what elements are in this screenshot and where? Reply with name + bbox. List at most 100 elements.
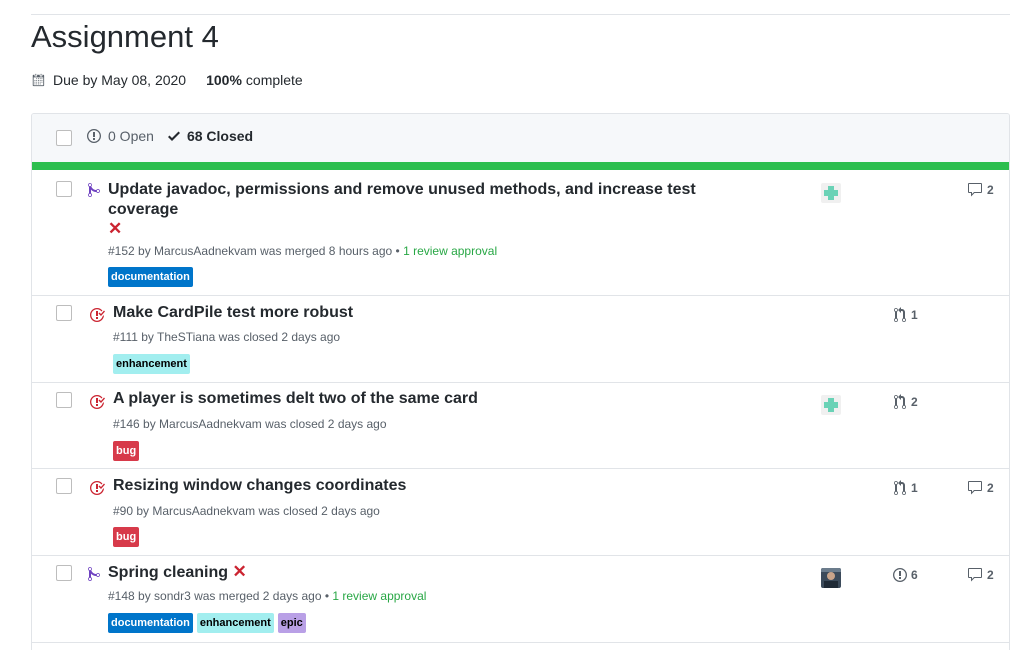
item-checkbox[interactable] bbox=[56, 565, 72, 581]
item-author[interactable]: MarcusAadnekvam bbox=[152, 504, 255, 518]
photo-avatar[interactable] bbox=[821, 568, 841, 588]
item-labels: documentation bbox=[108, 267, 193, 287]
identicon-avatar[interactable] bbox=[821, 395, 841, 415]
merged-pr-icon bbox=[88, 566, 100, 581]
item-checkbox[interactable] bbox=[56, 392, 72, 408]
linked-issues-count[interactable]: 6 bbox=[893, 567, 918, 583]
item-title-link[interactable]: Make CardPile test more robust bbox=[113, 303, 353, 323]
item-checkbox[interactable] bbox=[56, 181, 72, 197]
item-number: #146 bbox=[113, 417, 140, 431]
due-date: Due by May 08, 2020 bbox=[53, 72, 187, 88]
comment-icon bbox=[968, 183, 982, 197]
issues-list: 0 Open 68 Closed Update javadoc, permiss… bbox=[31, 113, 1010, 650]
progress-bar bbox=[32, 162, 1009, 170]
item-title-link[interactable]: Spring cleaning ✕ bbox=[108, 562, 247, 583]
item-labels: bug bbox=[113, 441, 140, 461]
comments-count[interactable]: 2 bbox=[967, 182, 994, 198]
page-title: Assignment 4 bbox=[31, 19, 219, 54]
item-action: was closed 2 days ago bbox=[218, 330, 341, 344]
pull-request-icon bbox=[894, 307, 906, 322]
item-title-link[interactable]: Resizing window changes coordinates bbox=[113, 476, 406, 496]
open-filter[interactable]: 0 Open bbox=[87, 128, 154, 144]
linked-prs-number: 1 bbox=[911, 308, 918, 322]
top-divider bbox=[31, 14, 1010, 15]
item-author[interactable]: MarcusAadnekvam bbox=[154, 244, 257, 258]
item-checkbox[interactable] bbox=[56, 478, 72, 494]
item-number: #111 bbox=[113, 330, 138, 344]
select-all-checkbox[interactable] bbox=[56, 130, 72, 146]
merged-pr-icon bbox=[88, 182, 100, 197]
item-title-link[interactable]: Update javadoc, permissions and remove u… bbox=[108, 180, 728, 238]
comments-number: 2 bbox=[987, 568, 994, 582]
item-labels: enhancement bbox=[113, 354, 190, 374]
closed-filter[interactable]: 68 Closed bbox=[167, 128, 254, 144]
item-action: was merged 8 hours ago bbox=[260, 244, 393, 258]
pull-request-icon bbox=[894, 394, 906, 409]
comments-number: 2 bbox=[987, 183, 994, 197]
comment-icon bbox=[968, 568, 982, 582]
list-item: Make CardPile test more robust #111 by T… bbox=[32, 296, 1009, 383]
open-issue-icon bbox=[893, 568, 907, 582]
item-labels: documentation enhancement epic bbox=[108, 613, 306, 633]
list-item: A player is sometimes delt two of the sa… bbox=[32, 383, 1009, 469]
item-number: #148 bbox=[108, 589, 135, 603]
open-count: 0 Open bbox=[108, 128, 154, 144]
item-title-link[interactable]: A player is sometimes delt two of the sa… bbox=[113, 389, 478, 409]
item-author[interactable]: TheSTiana bbox=[157, 330, 215, 344]
pull-request-icon bbox=[894, 480, 906, 495]
list-item: Spring cleaning ✕ #148 by sondr3 was mer… bbox=[32, 556, 1009, 643]
label-enhancement[interactable]: enhancement bbox=[196, 613, 274, 633]
comments-count[interactable]: 2 bbox=[967, 480, 994, 496]
item-meta: #146 by MarcusAadnekvam was closed 2 day… bbox=[113, 417, 387, 431]
progress-fill bbox=[32, 162, 1009, 170]
state-filters: 0 Open 68 Closed bbox=[87, 128, 253, 144]
item-title-line: Update javadoc, permissions and remove u… bbox=[108, 181, 696, 198]
list-item: Resizing window changes coordinates #90 … bbox=[32, 469, 1009, 556]
comment-icon bbox=[968, 481, 982, 495]
item-author[interactable]: sondr3 bbox=[154, 589, 191, 603]
item-number: #90 bbox=[113, 504, 134, 518]
list-item: Update javadoc, permissions and remove u… bbox=[32, 170, 1009, 296]
item-meta: #111 by TheSTiana was closed 2 days ago bbox=[113, 330, 341, 344]
item-action: was closed 2 days ago bbox=[258, 504, 380, 518]
item-meta: #148 by sondr3 was merged 2 days ago • 1… bbox=[108, 589, 427, 603]
label-documentation[interactable]: documentation bbox=[108, 267, 193, 287]
item-action: was merged 2 days ago bbox=[194, 589, 322, 603]
item-author[interactable]: MarcusAadnekvam bbox=[159, 417, 262, 431]
linked-issues-number: 6 bbox=[911, 568, 918, 582]
failed-checks-icon[interactable]: ✕ bbox=[108, 220, 728, 238]
calendar-icon bbox=[32, 73, 45, 87]
linked-prs-number: 2 bbox=[911, 395, 918, 409]
closed-issue-icon bbox=[90, 307, 105, 322]
linked-prs-count[interactable]: 2 bbox=[893, 394, 918, 410]
item-title-text: Spring cleaning bbox=[108, 564, 229, 581]
closed-count: 68 Closed bbox=[186, 128, 254, 144]
percent-complete: 100% bbox=[206, 72, 242, 88]
item-action: was closed 2 days ago bbox=[265, 417, 387, 431]
linked-prs-count[interactable]: 1 bbox=[893, 480, 918, 496]
label-documentation[interactable]: documentation bbox=[108, 613, 193, 633]
closed-issue-icon bbox=[90, 394, 105, 409]
list-header: 0 Open 68 Closed bbox=[32, 114, 1009, 162]
review-status[interactable]: 1 review approval bbox=[403, 244, 497, 258]
label-epic[interactable]: epic bbox=[277, 613, 306, 633]
review-status[interactable]: 1 review approval bbox=[332, 589, 426, 603]
failed-checks-icon[interactable]: ✕ bbox=[232, 562, 246, 581]
item-title-line: coverage bbox=[108, 201, 179, 218]
item-labels: bug bbox=[113, 527, 140, 547]
complete-label: complete bbox=[245, 72, 303, 88]
item-meta: #152 by MarcusAadnekvam was merged 8 hou… bbox=[108, 244, 498, 258]
item-checkbox[interactable] bbox=[56, 305, 72, 321]
identicon-avatar[interactable] bbox=[821, 183, 841, 203]
label-bug[interactable]: bug bbox=[113, 441, 140, 461]
closed-issue-icon bbox=[90, 480, 105, 495]
milestone-meta: Due by May 08, 2020 100% complete bbox=[31, 72, 303, 88]
item-number: #152 bbox=[108, 244, 135, 258]
item-meta: #90 by MarcusAadnekvam was closed 2 days… bbox=[113, 504, 380, 518]
check-icon bbox=[167, 131, 180, 141]
open-issue-icon bbox=[87, 129, 101, 143]
linked-prs-count[interactable]: 1 bbox=[893, 307, 918, 323]
comments-count[interactable]: 2 bbox=[967, 567, 994, 583]
label-bug[interactable]: bug bbox=[113, 527, 140, 547]
label-enhancement[interactable]: enhancement bbox=[113, 354, 190, 374]
